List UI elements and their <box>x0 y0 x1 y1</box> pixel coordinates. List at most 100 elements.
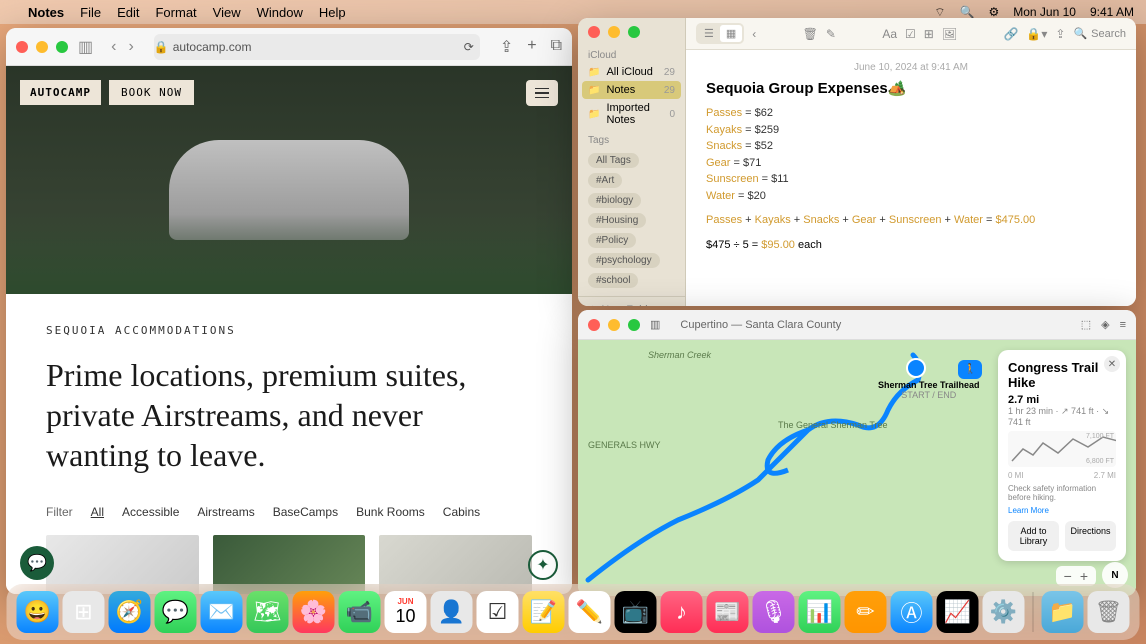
dock-numbers[interactable]: 📊 <box>799 591 841 633</box>
site-logo[interactable]: AUTOCAMP <box>20 80 101 105</box>
sidebar-toggle-icon[interactable]: ▥ <box>78 37 93 57</box>
dock-music[interactable]: ♪ <box>661 591 703 633</box>
filter-all[interactable]: All <box>91 505 104 519</box>
maximize-button[interactable] <box>628 319 640 331</box>
zoom-in-button[interactable]: + <box>1080 568 1088 584</box>
learn-more-link[interactable]: Learn More <box>1008 506 1116 515</box>
menu-app[interactable]: Notes <box>28 5 64 20</box>
menu-file[interactable]: File <box>80 5 101 20</box>
map-mode-icon[interactable]: ⬚ <box>1081 318 1091 331</box>
tag-pill[interactable]: #psychology <box>588 253 660 268</box>
book-now-button[interactable]: BOOK NOW <box>109 80 194 105</box>
tag-pill[interactable]: #Art <box>588 173 622 188</box>
close-button[interactable] <box>588 319 600 331</box>
dock-pages[interactable]: ✏ <box>845 591 887 633</box>
dock-freeform[interactable]: ✏️ <box>569 591 611 633</box>
back-icon[interactable]: ‹ <box>752 27 756 41</box>
filter-bunkrooms[interactable]: Bunk Rooms <box>356 505 425 519</box>
forward-button[interactable]: › <box>128 38 133 56</box>
checklist-icon[interactable]: ☑ <box>905 27 916 41</box>
new-folder-button[interactable]: ⊕ New Folder <box>578 296 685 306</box>
link-icon[interactable]: 🔗 <box>1003 27 1018 41</box>
folder-imported[interactable]: 📁 Imported Notes 0 <box>578 99 685 129</box>
sidebar-icon[interactable]: ▥ <box>650 318 660 331</box>
menubar-date[interactable]: Mon Jun 10 <box>1013 5 1076 19</box>
tabs-icon[interactable]: ⧉ <box>551 37 562 57</box>
map-3d-icon[interactable]: ◈ <box>1101 318 1109 331</box>
dock-calendar[interactable]: JUN 10 <box>385 591 427 633</box>
menubar-time[interactable]: 9:41 AM <box>1090 5 1134 19</box>
maximize-button[interactable] <box>56 41 68 53</box>
refresh-icon[interactable]: ⟳ <box>464 40 474 54</box>
tag-pill[interactable]: #Policy <box>588 233 636 248</box>
media-icon[interactable]: 🖼 <box>942 27 957 41</box>
spotlight-icon[interactable]: 🔍 <box>960 5 975 19</box>
back-button[interactable]: ‹ <box>111 38 116 56</box>
dock-launchpad[interactable]: ⊞ <box>63 591 105 633</box>
grid-view-icon[interactable]: ▦ <box>720 25 742 42</box>
map-poi-label[interactable]: The General Sherman Tree <box>778 420 888 430</box>
dock-maps[interactable]: 🗺 <box>247 591 289 633</box>
tag-pill[interactable]: All Tags <box>588 153 639 168</box>
new-tab-icon[interactable]: + <box>527 37 536 57</box>
compose-icon[interactable]: ✎ <box>826 27 836 41</box>
filter-cabins[interactable]: Cabins <box>443 505 480 519</box>
folder-all-icloud[interactable]: 📁 All iCloud 29 <box>578 63 685 81</box>
dock-finder[interactable]: 😀 <box>17 591 59 633</box>
dock-reminders[interactable]: ☑ <box>477 591 519 633</box>
view-toggle[interactable]: ☰ ▦ <box>696 23 744 44</box>
dock-settings[interactable]: ⚙️ <box>983 591 1025 633</box>
dock-stocks[interactable]: 📈 <box>937 591 979 633</box>
dock-photos[interactable]: 🌸 <box>293 591 335 633</box>
chat-icon[interactable]: 💬 <box>20 546 54 580</box>
dock-trash[interactable]: 🗑 <box>1088 591 1130 633</box>
dock-appstore[interactable]: Ⓐ <box>891 591 933 633</box>
dock-news[interactable]: 📰 <box>707 591 749 633</box>
dock-podcasts[interactable]: 🎙 <box>753 591 795 633</box>
trailhead-pin[interactable] <box>906 358 926 378</box>
search-field[interactable]: 🔍 Search <box>1073 27 1126 40</box>
dock-facetime[interactable]: 📹 <box>339 591 381 633</box>
share-icon[interactable]: ⇪ <box>500 37 513 57</box>
trash-icon[interactable]: 🗑 <box>803 27 818 41</box>
filter-accessible[interactable]: Accessible <box>122 505 179 519</box>
menu-help[interactable]: Help <box>319 5 346 20</box>
tag-pill[interactable]: #biology <box>588 193 641 208</box>
lock-icon[interactable]: 🔒▾ <box>1026 27 1047 41</box>
menu-edit[interactable]: Edit <box>117 5 139 20</box>
close-button[interactable] <box>588 26 600 38</box>
dock-contacts[interactable]: 👤 <box>431 591 473 633</box>
route-mode-icon[interactable]: 🚶 <box>958 360 982 379</box>
accessibility-icon[interactable]: ✦ <box>528 550 558 580</box>
close-icon[interactable]: ✕ <box>1104 356 1120 372</box>
hamburger-menu[interactable] <box>526 80 558 106</box>
maximize-button[interactable] <box>628 26 640 38</box>
list-view-icon[interactable]: ☰ <box>698 25 720 42</box>
menu-view[interactable]: View <box>213 5 241 20</box>
control-center-icon[interactable]: ⚙ <box>988 5 999 19</box>
share-icon[interactable]: ⇪ <box>1055 27 1065 41</box>
minimize-button[interactable] <box>608 26 620 38</box>
map-layers-icon[interactable]: ≡ <box>1120 319 1126 331</box>
tag-pill[interactable]: #Housing <box>588 213 646 228</box>
dock-notes[interactable]: 📝 <box>523 591 565 633</box>
address-bar[interactable]: 🔒 autocamp.com ⟳ <box>154 34 480 60</box>
dock-messages[interactable]: 💬 <box>155 591 197 633</box>
folder-notes[interactable]: 📁 Notes 29 <box>582 81 681 99</box>
table-icon[interactable]: ⊞ <box>924 27 934 41</box>
dock-safari[interactable]: 🧭 <box>109 591 151 633</box>
tag-pill[interactable]: #school <box>588 273 638 288</box>
trailhead-label[interactable]: Sherman Tree Trailhead START / END <box>878 380 980 400</box>
dock-mail[interactable]: ✉️ <box>201 591 243 633</box>
menu-window[interactable]: Window <box>257 5 303 20</box>
minimize-button[interactable] <box>608 319 620 331</box>
minimize-button[interactable] <box>36 41 48 53</box>
zoom-out-button[interactable]: − <box>1064 568 1072 584</box>
directions-button[interactable]: Directions <box>1065 521 1116 551</box>
dock-tv[interactable]: 📺 <box>615 591 657 633</box>
map-canvas[interactable]: The General Sherman Tree GENERALS HWY Sh… <box>578 340 1136 596</box>
filter-basecamps[interactable]: BaseCamps <box>273 505 338 519</box>
add-to-library-button[interactable]: Add to Library <box>1008 521 1059 551</box>
close-button[interactable] <box>16 41 28 53</box>
dock-downloads[interactable]: 📁 <box>1042 591 1084 633</box>
